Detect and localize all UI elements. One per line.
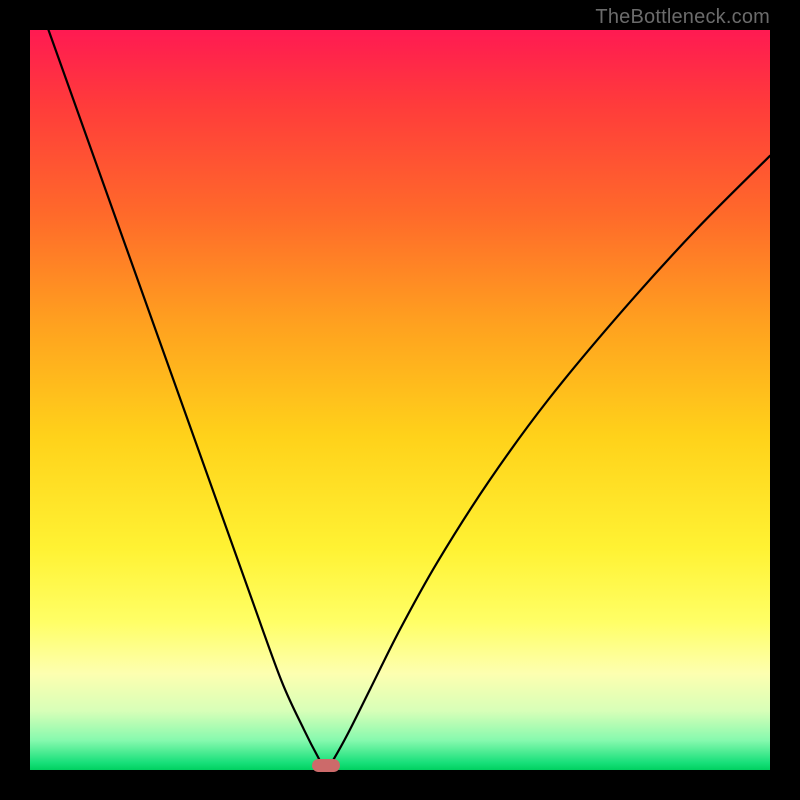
bottleneck-curve [30,30,770,770]
plot-area [30,30,770,770]
watermark-text: TheBottleneck.com [595,6,770,29]
chart-frame: TheBottleneck.com [0,0,800,800]
minimum-marker [312,759,340,772]
